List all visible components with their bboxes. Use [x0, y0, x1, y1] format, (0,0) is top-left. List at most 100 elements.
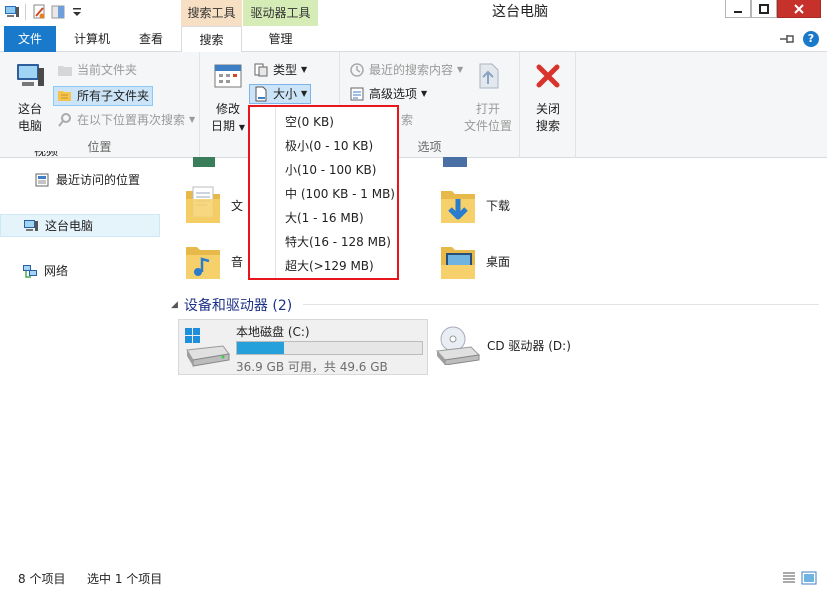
current-folder-button[interactable]: 当前文件夹 [54, 60, 140, 80]
computer-icon[interactable] [4, 4, 20, 20]
tab-manage[interactable]: 管理 [243, 26, 318, 52]
menu-gutter-divider [275, 107, 276, 278]
size-option-medium[interactable]: 中 (100 KB - 1 MB) [285, 182, 395, 206]
cd-drive-icon [435, 326, 481, 365]
calendar-icon [214, 64, 242, 88]
size-option-tiny[interactable]: 极小(0 - 10 KB) [285, 134, 373, 158]
network-icon [23, 265, 37, 278]
subfolders-icon [58, 91, 71, 101]
status-bar: 8 个项目 选中 1 个项目 [0, 560, 827, 594]
this-pc-button[interactable]: 这台 电脑 [8, 58, 52, 135]
pictures-folder-icon-partial [193, 157, 215, 167]
folder-icon [58, 66, 72, 76]
drive-c-space-info: 36.9 GB 可用，共 49.6 GB [236, 360, 388, 374]
collapse-chevron-icon: ◢ [171, 300, 178, 310]
folder-music[interactable]: 音 [183, 239, 243, 283]
nav-item-network[interactable]: 网络 [0, 260, 160, 282]
search-again-button[interactable]: 在以下位置再次搜索 ▼ [54, 110, 198, 130]
music-folder-icon [186, 247, 220, 279]
date-modified-label-line2: 日期 ▼ [211, 119, 245, 133]
document-icon [255, 86, 267, 102]
maximize-icon [759, 3, 769, 14]
save-search-button-partial[interactable]: 索 [398, 110, 416, 130]
devices-section-title: 设备和驱动器 (2) [183, 298, 293, 314]
ribbon: 这台 电脑 当前文件夹 所有子文件夹 在以下位置再次搜索 ▼ 位置 修改 日期 … [0, 52, 827, 158]
pin-ribbon-icon[interactable] [779, 33, 795, 45]
tab-search[interactable]: 搜索 [181, 26, 242, 53]
size-option-large[interactable]: 大(1 - 16 MB) [285, 206, 364, 230]
kind-label: 类型 [273, 63, 298, 77]
save-search-label-partial: 索 [401, 113, 414, 127]
details-view-icon[interactable] [781, 571, 797, 585]
view-switcher [781, 571, 817, 585]
all-subfolders-button[interactable]: 所有子文件夹 [53, 86, 154, 106]
window-controls [725, 0, 821, 18]
folder-desktop[interactable]: 桌面 [438, 239, 510, 283]
size-option-small[interactable]: 小(10 - 100 KB) [285, 158, 376, 182]
minimize-icon [734, 10, 742, 13]
maximize-button[interactable] [751, 0, 777, 18]
drive-d-item[interactable]: CD 驱动器 (D:) [435, 325, 571, 365]
kind-icon [254, 63, 268, 77]
customize-dropdown-icon[interactable] [69, 4, 85, 20]
drive-tools-context-label: 驱动器工具 [243, 0, 318, 26]
devices-section-header[interactable]: ◢ 设备和驱动器 (2) [171, 295, 292, 315]
advanced-options-button[interactable]: 高级选项 ▼ [346, 84, 430, 104]
folder-documents[interactable]: 文 [183, 183, 243, 227]
advanced-options-icon [350, 87, 364, 101]
new-folder-icon[interactable] [50, 4, 66, 20]
kind-button[interactable]: 类型 ▼ [250, 60, 310, 80]
properties-icon[interactable] [31, 4, 47, 20]
title-bar: 搜索工具 驱动器工具 这台电脑 [0, 0, 827, 26]
nav-label-videos: 视频 [34, 151, 59, 158]
tab-computer[interactable]: 计算机 [62, 26, 122, 52]
close-search-button[interactable]: 关闭 搜索 [526, 58, 570, 135]
folder-label-downloads: 下载 [486, 198, 511, 213]
search-tools-context-label: 搜索工具 [181, 0, 242, 26]
section-divider [303, 304, 819, 305]
size-option-huge[interactable]: 特大(16 - 128 MB) [285, 230, 391, 254]
downloads-folder-icon [441, 191, 475, 223]
qat-separator [25, 4, 26, 20]
drive-c-usage-fill [237, 342, 285, 354]
size-dropdown-menu: 空(0 KB) 极小(0 - 10 KB) 小(10 - 100 KB) 中 (… [248, 105, 399, 280]
this-pc-label-line2: 电脑 [17, 119, 42, 133]
size-option-empty[interactable]: 空(0 KB) [285, 110, 334, 134]
nav-item-this-pc[interactable]: 这台电脑 [0, 214, 160, 237]
minimize-button[interactable] [725, 0, 751, 18]
computer-icon [24, 219, 38, 231]
close-search-group: 关闭 搜索 [520, 52, 576, 158]
search-icon [58, 113, 71, 127]
chevron-down-icon: ▼ [301, 65, 308, 74]
size-button[interactable]: 大小 ▼ [249, 84, 312, 104]
date-modified-button[interactable]: 修改 日期 ▼ [208, 58, 248, 136]
chevron-down-icon: ▼ [189, 115, 196, 124]
navigation-pane: 视频 最近访问的位置 这台电脑 网络 [0, 151, 163, 560]
tabrow-right-controls: ? [779, 31, 819, 47]
tab-file[interactable]: 文件 [4, 26, 56, 52]
size-label: 大小 [273, 87, 298, 101]
nav-item-videos-partial[interactable]: 视频 [0, 151, 160, 163]
close-window-button[interactable] [777, 0, 821, 18]
drive-c-usage-bar [236, 341, 423, 355]
nav-item-recent-places[interactable]: 最近访问的位置 [0, 169, 160, 191]
ribbon-tab-row: 文件 计算机 查看 搜索 管理 ? [0, 26, 827, 53]
folder-label-music: 音 [231, 254, 244, 269]
local-disk-icon [185, 328, 230, 367]
close-search-icon [536, 64, 560, 88]
drive-c-tile[interactable]: 本地磁盘 (C:) 36.9 GB 可用，共 49.6 GB [178, 319, 428, 375]
large-icons-view-icon[interactable] [801, 571, 817, 585]
recent-places-icon [35, 173, 49, 187]
tab-view[interactable]: 查看 [124, 26, 178, 52]
recent-searches-button[interactable]: 最近的搜索内容 ▼ [346, 60, 466, 80]
open-location-label-line1: 打开 [475, 102, 500, 116]
current-folder-label: 当前文件夹 [77, 63, 138, 77]
folder-downloads[interactable]: 下载 [438, 183, 510, 227]
history-icon [350, 63, 364, 77]
date-modified-label-line1: 修改 [215, 102, 240, 116]
size-option-gigantic[interactable]: 超大(>129 MB) [285, 254, 374, 278]
drive-d-name: CD 驱动器 (D:) [487, 338, 571, 353]
open-file-location-button[interactable]: 打开 文件位置 [460, 58, 516, 135]
help-icon[interactable]: ? [803, 31, 819, 47]
quick-access-toolbar [4, 4, 85, 20]
